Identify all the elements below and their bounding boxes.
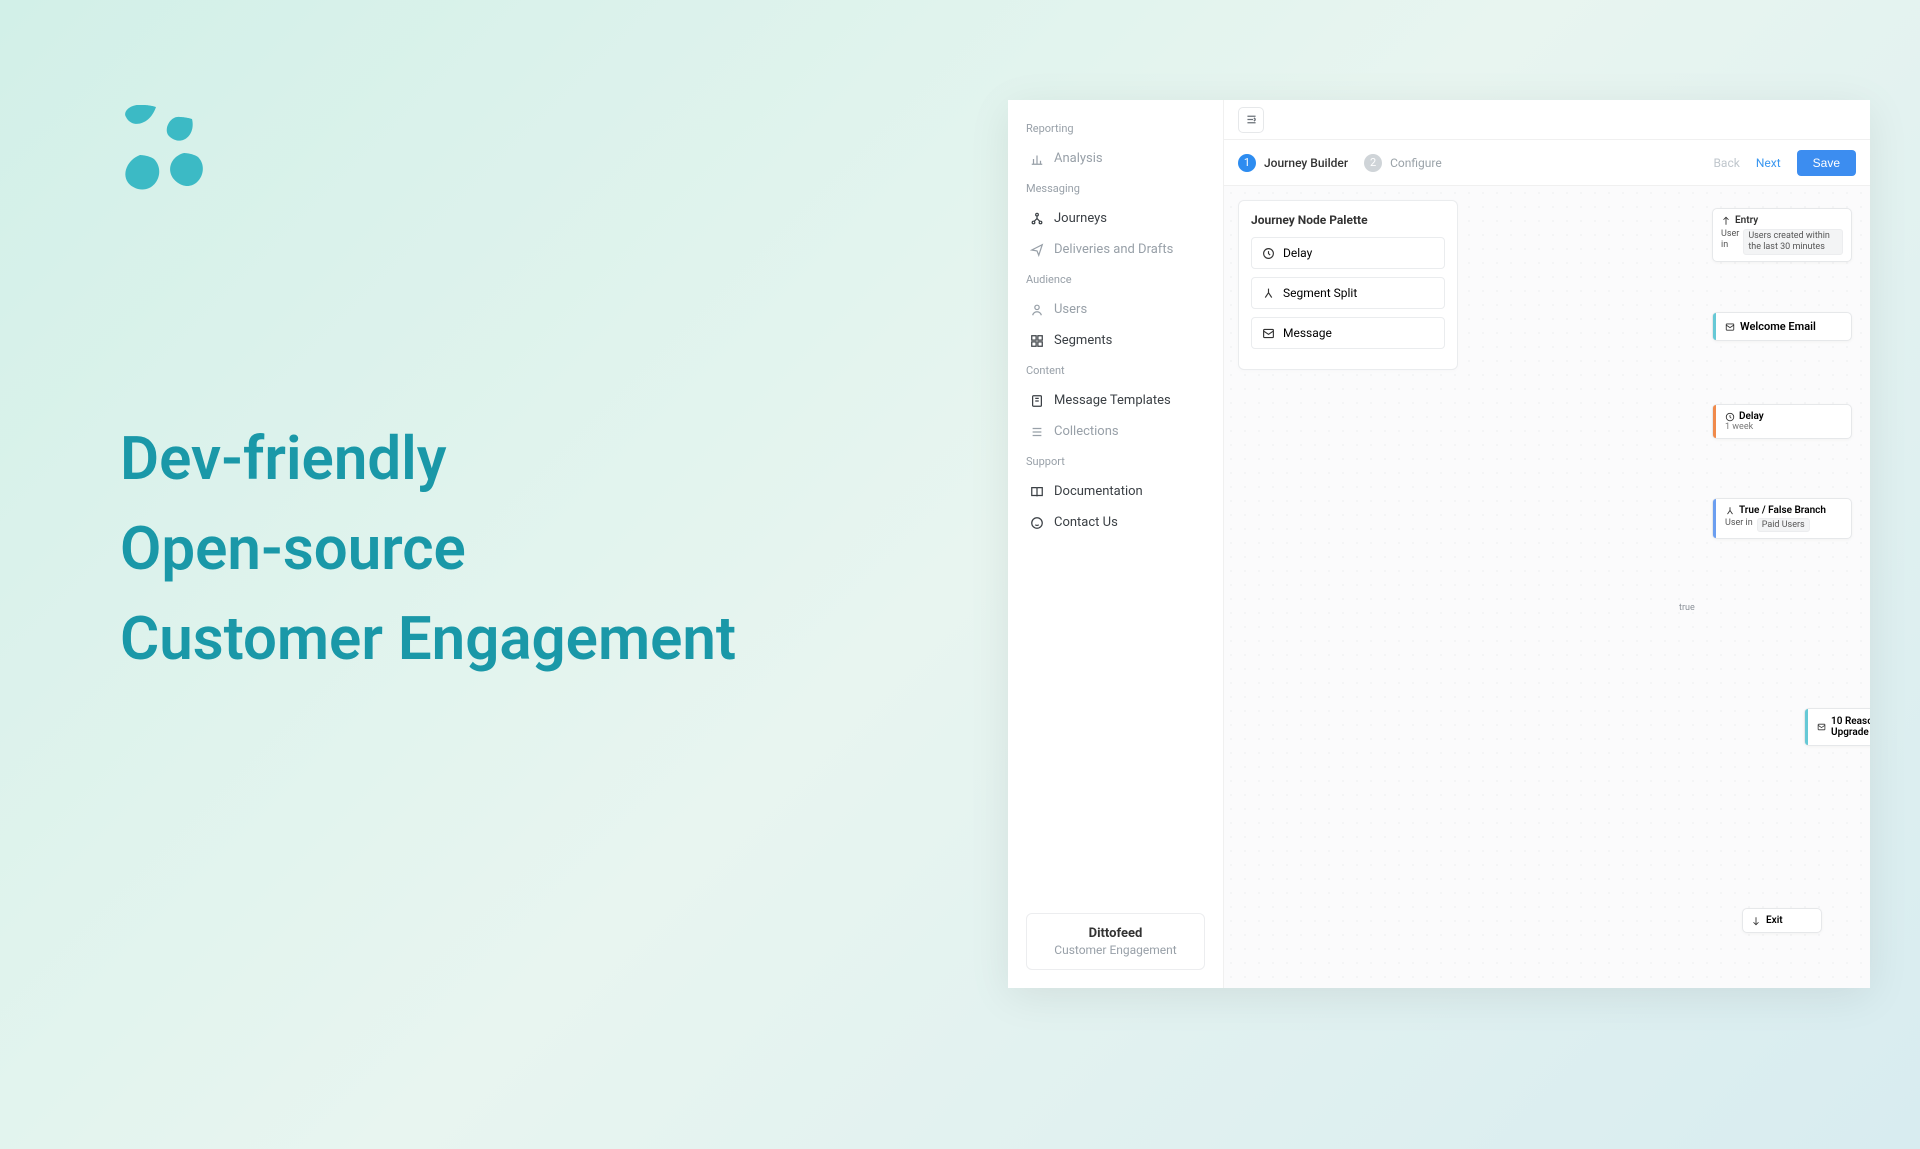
footer-sub: Customer Engagement [1039,943,1192,957]
nodes-icon [1030,212,1044,226]
chat-icon [1030,516,1044,530]
palette-title: Journey Node Palette [1251,213,1445,227]
node-palette: Journey Node Palette Delay Segment Split… [1238,200,1458,370]
palette-item-segment-split[interactable]: Segment Split [1251,277,1445,309]
headline-line1: Dev-friendly [120,414,736,504]
mail-icon [1262,327,1275,340]
label: Journeys [1054,211,1107,226]
sidebar-section-audience: Audience [1026,273,1205,286]
label: Documentation [1054,484,1143,499]
label: Contact Us [1054,515,1118,530]
step-2[interactable]: 2 Configure [1364,154,1442,172]
bar-chart-icon [1030,152,1044,166]
template-icon [1030,394,1044,408]
sidebar-item-journeys[interactable]: Journeys [1026,203,1205,234]
step-label: Journey Builder [1264,156,1348,170]
step-label: Configure [1390,156,1442,170]
title: Delay [1739,411,1764,422]
delay-value: 1 week [1725,422,1843,432]
sidebar-section-reporting: Reporting [1026,122,1205,135]
sidebar-section-support: Support [1026,455,1205,468]
step-badge: 2 [1364,154,1382,172]
node-entry[interactable]: Entry User inUsers created within the la… [1712,208,1852,262]
topbar [1224,100,1870,140]
book-icon [1030,485,1044,499]
palette-item-delay[interactable]: Delay [1251,237,1445,269]
branch-true-label: true [1679,603,1695,613]
title: True / False Branch [1739,505,1826,516]
label: Analysis [1054,151,1103,166]
headline: Dev-friendly Open-source Customer Engage… [120,414,736,684]
node-delay[interactable]: Delay 1 week [1712,404,1852,439]
main: 1 Journey Builder 2 Configure Back Next … [1224,100,1870,988]
logo-icon [120,105,736,204]
user-icon [1030,303,1044,317]
grid-icon [1030,334,1044,348]
label: Segment Split [1283,286,1357,300]
sidebar-item-documentation[interactable]: Documentation [1026,476,1205,507]
next-button[interactable]: Next [1756,156,1781,170]
node-welcome-email[interactable]: Welcome Email [1712,312,1852,341]
footer-title: Dittofeed [1039,926,1192,941]
sidebar: Reporting Analysis Messaging Journeys De… [1008,100,1224,988]
user-in-label: User in [1725,518,1753,532]
flow-area: Entry User inUsers created within the la… [1464,200,1870,988]
sidebar-item-users[interactable]: Users [1026,294,1205,325]
label: Delay [1283,246,1312,260]
collapse-sidebar-button[interactable] [1238,107,1264,133]
node-exit[interactable]: Exit [1742,908,1822,933]
node-branch[interactable]: True / False Branch User in Paid Users [1712,498,1852,539]
step-bar: 1 Journey Builder 2 Configure Back Next … [1224,140,1870,186]
label: Collections [1054,424,1119,439]
label: Message Templates [1054,393,1171,408]
step-badge: 1 [1238,154,1256,172]
headline-line2: Open-source [120,504,736,594]
headline-line3: Customer Engagement [120,594,736,684]
list-icon [1030,425,1044,439]
segment-chip: Users created within the last 30 minutes [1743,229,1843,255]
user-in-label: User in [1721,229,1739,255]
node-upgrade-message[interactable]: 10 Reasons to Upgrade [1804,708,1870,746]
sidebar-item-deliveries[interactable]: Deliveries and Drafts [1026,234,1205,265]
title: Entry [1735,215,1758,226]
sidebar-item-contact[interactable]: Contact Us [1026,507,1205,538]
sidebar-section-content: Content [1026,364,1205,377]
sidebar-item-segments[interactable]: Segments [1026,325,1205,356]
split-icon [1262,287,1275,300]
back-button[interactable]: Back [1713,156,1739,170]
sidebar-item-collections[interactable]: Collections [1026,416,1205,447]
palette-item-message[interactable]: Message [1251,317,1445,349]
sidebar-section-messaging: Messaging [1026,182,1205,195]
label: Users [1054,302,1087,317]
app-window: Reporting Analysis Messaging Journeys De… [1008,100,1870,988]
sidebar-item-templates[interactable]: Message Templates [1026,385,1205,416]
label: Deliveries and Drafts [1054,242,1173,257]
canvas[interactable]: 1 Journey Builder 2 Configure Back Next … [1224,140,1870,988]
step-1[interactable]: 1 Journey Builder [1238,154,1348,172]
sidebar-item-analysis[interactable]: Analysis [1026,143,1205,174]
title: Welcome Email [1740,320,1816,333]
sidebar-footer: Dittofeed Customer Engagement [1026,913,1205,970]
label: Segments [1054,333,1112,348]
send-icon [1030,243,1044,257]
save-button[interactable]: Save [1797,150,1856,176]
label: Message [1283,326,1332,340]
hero-area: Dev-friendly Open-source Customer Engage… [120,105,736,684]
segment-chip: Paid Users [1757,518,1810,532]
title: 10 Reasons to Upgrade [1831,716,1870,738]
title: Exit [1766,915,1783,926]
clock-icon [1262,247,1275,260]
